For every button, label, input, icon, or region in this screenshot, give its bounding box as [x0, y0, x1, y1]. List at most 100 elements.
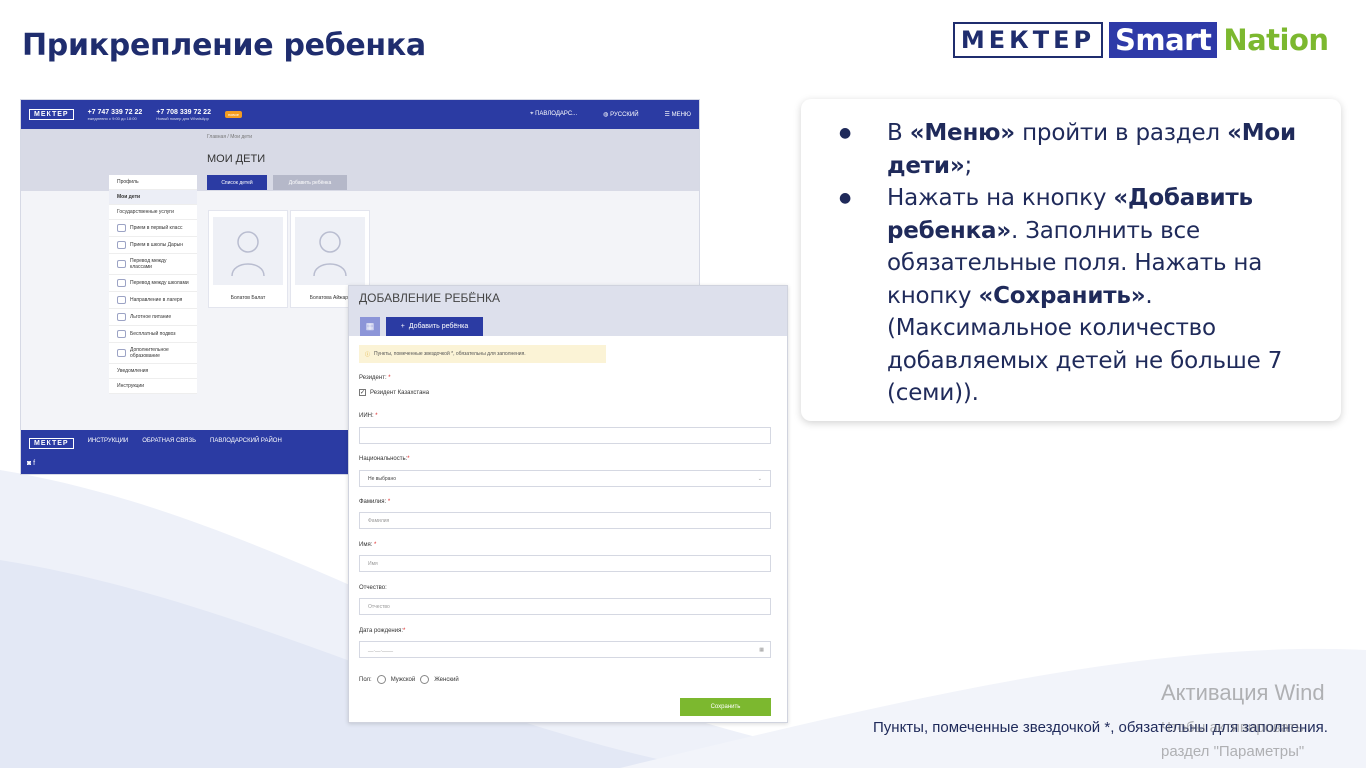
menu-icon: ☰ [664, 112, 672, 118]
text-run: Нажать на кнопку [887, 185, 1114, 211]
firstname-input[interactable]: Имя [359, 555, 771, 572]
portal-logo: МЕКТЕР [29, 109, 74, 120]
sidebar-label: Направление в лагеря [130, 297, 183, 303]
lastname-input[interactable]: Фамилия [359, 512, 771, 529]
patronymic-input[interactable]: Отчество [359, 598, 771, 615]
sidebar-item-meals: Льготное питание [109, 309, 197, 326]
footer-logo: МЕКТЕР [29, 438, 74, 449]
slide-title: Прикрепление ребенка [22, 28, 426, 63]
firstname-label: Имя: * [359, 542, 377, 548]
add-child-label: Добавить ребёнка [408, 323, 469, 330]
sidebar-label: Перевод между классами [130, 258, 167, 270]
firstname-label-text: Имя: [359, 542, 373, 548]
nationality-value: Не выбрано [368, 475, 396, 482]
birthdate-input[interactable]: __.__.____ ▦ [359, 641, 771, 658]
birthdate-label: Дата рождения:* [359, 628, 406, 634]
activation-line-1: Чтобы активировать [1161, 719, 1304, 736]
save-emphasis: «Сохранить» [978, 282, 1146, 309]
school-transfer-icon [117, 279, 126, 287]
resident-checkbox[interactable]: ✓ Резидент Казахстана [359, 389, 429, 396]
add-child-form: ДОБАВЛЕНИЕ РЕБЁНКА ▦ + Добавить ребёнка ⓘ… [348, 285, 788, 723]
windows-activation-text: Чтобы активировать раздел "Параметры" [1161, 716, 1304, 764]
sidebar-item-extra-education: Дополнительное образование [109, 343, 197, 364]
new-badge: новое [224, 111, 242, 118]
form-header: ДОБАВЛЕНИЕ РЕБЁНКА ▦ + Добавить ребёнка [349, 286, 787, 336]
menu-button: ☰ МЕНЮ [665, 111, 691, 118]
chevron-down-icon: ⌄ [757, 475, 762, 482]
page-title: МОИ ДЕТИ [207, 153, 266, 165]
text-run: В [887, 120, 910, 146]
sidebar-label: Льготное питание [130, 314, 172, 320]
instructions-list: В «Меню» пройти в раздел «Мои дети»; Наж… [839, 117, 1313, 410]
resident-label: Резидент: * [359, 375, 391, 381]
region-selector: ⌖ ПАВЛОДАРС... [530, 111, 577, 118]
footer-link-feedback: ОБРАТНАЯ СВЯЗЬ [142, 438, 197, 444]
child-name: Болатов Балат [230, 295, 266, 301]
sidebar-item-school-transfer: Перевод между школами [109, 275, 197, 292]
sidebar-label: Дополнительное образование [130, 347, 169, 359]
gender-row: Пол: Мужской Женский [359, 675, 459, 684]
logo-nation: Nation [1223, 23, 1329, 57]
sidebar-item-gov-services: Государственные услуги [109, 205, 197, 220]
text-run: пройти в раздел [1014, 120, 1228, 146]
save-button[interactable]: Сохранить [680, 698, 771, 716]
instruction-item: Нажать на кнопку «Добавить ребенка». Зап… [839, 182, 1313, 410]
instructions-panel: В «Меню» пройти в раздел «Мои дети»; Наж… [801, 99, 1341, 421]
sidebar-label: Прием в школы Дарын [130, 242, 183, 248]
lastname-label-text: Фамилия: [359, 499, 387, 505]
lastname-label: Фамилия: * [359, 499, 391, 505]
avatar-icon [213, 217, 283, 285]
windows-activation-title: Активация Wind [1161, 680, 1325, 705]
iin-label-text: ИИН: [359, 413, 374, 419]
add-child-tab-button[interactable]: + Добавить ребёнка [386, 317, 483, 336]
footer-link-instructions: ИНСТРУКЦИИ [87, 438, 129, 444]
text-run: ; [964, 152, 973, 179]
logo-smart: Smart [1109, 22, 1218, 58]
meals-icon [117, 313, 126, 321]
sidebar-item-my-children: Мои дети [109, 190, 197, 205]
sidebar-item-class-transfer: Перевод между классами [109, 254, 197, 275]
camp-icon [117, 296, 126, 304]
sidebar-label: Бесплатный подвоз [130, 331, 176, 337]
menu-emphasis: «Меню» [909, 120, 1015, 146]
language-label: РУССКИЙ [610, 112, 639, 118]
grid-icon[interactable]: ▦ [360, 317, 380, 336]
sidebar-item-camps: Направление в лагеря [109, 292, 197, 309]
nationality-label: Национальность:* [359, 456, 410, 462]
gender-female-label: Женский [434, 676, 459, 683]
firstname-placeholder: Имя [368, 560, 378, 567]
sidebar-item-first-grade: Прием в первый класс [109, 220, 197, 237]
logo-mekter: МЕКТЕР [953, 22, 1103, 58]
bus-icon [117, 330, 126, 338]
gender-male-radio[interactable] [376, 675, 386, 684]
portal-phone-2: +7 708 339 72 22 Новый номер для WhatsAp… [156, 109, 211, 121]
resident-checkbox-label: Резидент Казахстана [370, 389, 430, 396]
nationality-select[interactable]: Не выбрано ⌄ [359, 470, 771, 487]
portal-phone-1: +7 747 339 72 22 ежедневно с 9:00 до 18:… [88, 109, 143, 121]
gender-female-radio[interactable] [420, 675, 430, 684]
iin-input[interactable] [359, 427, 771, 444]
sidebar-item-notifications: Уведомления [109, 364, 197, 379]
social-icons: ◙ f [27, 460, 36, 467]
form-title: ДОБАВЛЕНИЕ РЕБЁНКА [359, 291, 501, 305]
phone-2-number: +7 708 339 72 22 [156, 108, 211, 116]
breadcrumb: Главная / Мои дети [207, 134, 252, 140]
mekter-smartnation-logo: МЕКТЕР Smart Nation [953, 21, 1329, 59]
phone-2-note: Новый номер для WhatsApp [156, 115, 209, 121]
info-icon: ⓘ [365, 351, 371, 358]
tab-add-child: Добавить ребёнка [273, 175, 347, 190]
child-card: Болатов Балат [208, 210, 288, 308]
iin-label: ИИН: * [359, 413, 378, 419]
sidebar-item-transport: Бесплатный подвоз [109, 326, 197, 343]
instruction-item: В «Меню» пройти в раздел «Мои дети»; [839, 117, 1313, 182]
portal-sidebar: Профиль Мои дети Государственные услуги … [109, 175, 197, 394]
sidebar-label: Перевод между школами [130, 280, 189, 286]
calendar-icon: ▦ [759, 646, 764, 653]
sidebar-label: Прием в первый класс [130, 225, 183, 231]
class-transfer-icon [117, 260, 126, 268]
region-label: ПАВЛОДАРС... [535, 111, 578, 117]
lastname-placeholder: Фамилия [368, 517, 390, 524]
phone-1-note: ежедневно с 9:00 до 18:00 [87, 115, 137, 121]
sidebar-item-daryn: Прием в школы Дарын [109, 237, 197, 254]
checkbox-checked-icon: ✓ [359, 389, 366, 396]
